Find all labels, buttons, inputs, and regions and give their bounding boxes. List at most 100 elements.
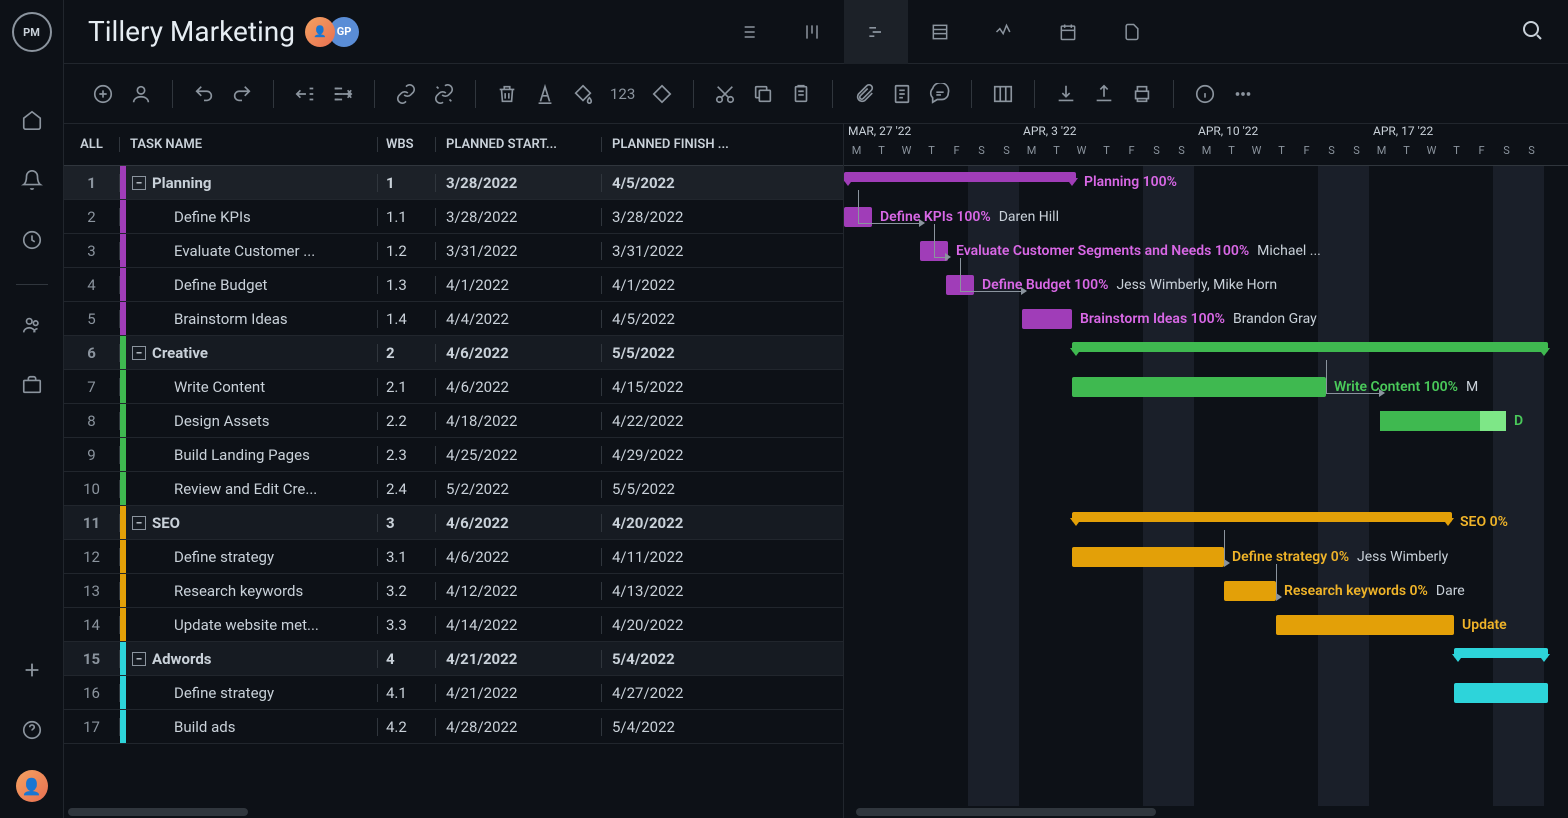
comment-icon[interactable]: [929, 83, 951, 105]
outdent-icon[interactable]: [294, 83, 316, 105]
wbs-cell[interactable]: 1.3: [378, 276, 436, 294]
finish-cell[interactable]: 4/11/2022: [602, 548, 768, 566]
collapse-icon[interactable]: −: [132, 176, 146, 190]
cut-icon[interactable]: [714, 83, 736, 105]
gantt-bar[interactable]: Planning 100%: [844, 172, 1076, 182]
wbs-cell[interactable]: 2.3: [378, 446, 436, 464]
start-cell[interactable]: 4/21/2022: [436, 650, 602, 668]
task-row[interactable]: 3Evaluate Customer ...1.23/31/20223/31/2…: [64, 234, 843, 268]
gantt-bar[interactable]: Write Content 100%M: [1072, 377, 1326, 397]
start-cell[interactable]: 3/31/2022: [436, 242, 602, 260]
task-row[interactable]: 14Update website met...3.34/14/20224/20/…: [64, 608, 843, 642]
task-name-cell[interactable]: −Adwords: [126, 650, 378, 668]
finish-cell[interactable]: 4/27/2022: [602, 684, 768, 702]
finish-cell[interactable]: 4/1/2022: [602, 276, 768, 294]
calendar-view-tab[interactable]: [1036, 0, 1100, 64]
task-name-cell[interactable]: Build Landing Pages: [126, 446, 378, 464]
gantt-view-tab[interactable]: [844, 0, 908, 64]
indent-icon[interactable]: [332, 83, 354, 105]
percent-text[interactable]: 123: [610, 85, 635, 103]
sheet-view-tab[interactable]: [908, 0, 972, 64]
finish-cell[interactable]: 5/4/2022: [602, 718, 768, 736]
font-icon[interactable]: [534, 83, 556, 105]
export-icon[interactable]: [1093, 83, 1115, 105]
assign-icon[interactable]: [130, 83, 152, 105]
files-view-tab[interactable]: [1100, 0, 1164, 64]
gantt-bar[interactable]: [1454, 648, 1548, 658]
task-name-cell[interactable]: Define strategy: [126, 548, 378, 566]
undo-icon[interactable]: [193, 83, 215, 105]
notes-icon[interactable]: [891, 83, 913, 105]
wbs-cell[interactable]: 2.2: [378, 412, 436, 430]
notifications-icon[interactable]: [12, 160, 52, 200]
gantt-bar[interactable]: Define strategy 0%Jess Wimberly: [1072, 547, 1224, 567]
add-icon[interactable]: [12, 650, 52, 690]
gantt-bar[interactable]: [1454, 683, 1548, 703]
wbs-cell[interactable]: 3: [378, 514, 436, 532]
finish-cell[interactable]: 3/28/2022: [602, 208, 768, 226]
finish-cell[interactable]: 4/5/2022: [602, 174, 768, 192]
finish-cell[interactable]: 4/29/2022: [602, 446, 768, 464]
link-icon[interactable]: [395, 83, 417, 105]
task-name-cell[interactable]: Build ads: [126, 718, 378, 736]
gantt-bar[interactable]: SEO 0%: [1072, 512, 1452, 522]
task-row[interactable]: 5Brainstorm Ideas1.44/4/20224/5/2022: [64, 302, 843, 336]
attach-icon[interactable]: [853, 83, 875, 105]
wbs-cell[interactable]: 1: [378, 174, 436, 192]
task-name-cell[interactable]: Review and Edit Cre...: [126, 480, 378, 498]
copy-icon[interactable]: [752, 83, 774, 105]
task-row[interactable]: 17Build ads4.24/28/20225/4/2022: [64, 710, 843, 744]
task-name-cell[interactable]: −SEO: [126, 514, 378, 532]
wbs-cell[interactable]: 4.1: [378, 684, 436, 702]
gantt-bar[interactable]: Update: [1276, 615, 1454, 635]
delete-icon[interactable]: [496, 83, 518, 105]
task-row[interactable]: 4Define Budget1.34/1/20224/1/2022: [64, 268, 843, 302]
finish-cell[interactable]: 4/15/2022: [602, 378, 768, 396]
add-task-icon[interactable]: [92, 83, 114, 105]
task-name-cell[interactable]: Define Budget: [126, 276, 378, 294]
wbs-cell[interactable]: 2.4: [378, 480, 436, 498]
recent-icon[interactable]: [12, 220, 52, 260]
start-cell[interactable]: 4/21/2022: [436, 684, 602, 702]
finish-cell[interactable]: 5/5/2022: [602, 480, 768, 498]
task-row[interactable]: 15−Adwords44/21/20225/4/2022: [64, 642, 843, 676]
col-start[interactable]: PLANNED START...: [436, 137, 602, 152]
start-cell[interactable]: 5/2/2022: [436, 480, 602, 498]
grid-hscroll[interactable]: [64, 806, 843, 818]
gantt-bar[interactable]: Brainstorm Ideas 100%Brandon Gray: [1022, 309, 1072, 329]
task-name-cell[interactable]: −Planning: [126, 174, 378, 192]
start-cell[interactable]: 3/28/2022: [436, 174, 602, 192]
home-icon[interactable]: [12, 100, 52, 140]
wbs-cell[interactable]: 4: [378, 650, 436, 668]
finish-cell[interactable]: 4/22/2022: [602, 412, 768, 430]
task-row[interactable]: 13Research keywords3.24/12/20224/13/2022: [64, 574, 843, 608]
dashboard-view-tab[interactable]: [972, 0, 1036, 64]
finish-cell[interactable]: 4/5/2022: [602, 310, 768, 328]
start-cell[interactable]: 4/6/2022: [436, 344, 602, 362]
collapse-icon[interactable]: −: [132, 516, 146, 530]
wbs-cell[interactable]: 3.3: [378, 616, 436, 634]
wbs-cell[interactable]: 2.1: [378, 378, 436, 396]
task-name-cell[interactable]: Research keywords: [126, 582, 378, 600]
start-cell[interactable]: 4/1/2022: [436, 276, 602, 294]
task-row[interactable]: 8Design Assets2.24/18/20224/22/2022: [64, 404, 843, 438]
finish-cell[interactable]: 5/4/2022: [602, 650, 768, 668]
more-icon[interactable]: [1232, 83, 1254, 105]
task-name-cell[interactable]: Write Content: [126, 378, 378, 396]
team-icon[interactable]: [12, 305, 52, 345]
start-cell[interactable]: 4/18/2022: [436, 412, 602, 430]
wbs-cell[interactable]: 1.1: [378, 208, 436, 226]
start-cell[interactable]: 4/6/2022: [436, 378, 602, 396]
portfolio-icon[interactable]: [12, 365, 52, 405]
logo[interactable]: PM: [12, 12, 52, 52]
search-icon[interactable]: [1520, 18, 1544, 46]
col-all[interactable]: ALL: [64, 137, 120, 152]
task-name-cell[interactable]: Evaluate Customer ...: [126, 242, 378, 260]
import-icon[interactable]: [1055, 83, 1077, 105]
redo-icon[interactable]: [231, 83, 253, 105]
start-cell[interactable]: 4/14/2022: [436, 616, 602, 634]
task-row[interactable]: 12Define strategy3.14/6/20224/11/2022: [64, 540, 843, 574]
list-view-tab[interactable]: [716, 0, 780, 64]
finish-cell[interactable]: 4/13/2022: [602, 582, 768, 600]
unlink-icon[interactable]: [433, 83, 455, 105]
